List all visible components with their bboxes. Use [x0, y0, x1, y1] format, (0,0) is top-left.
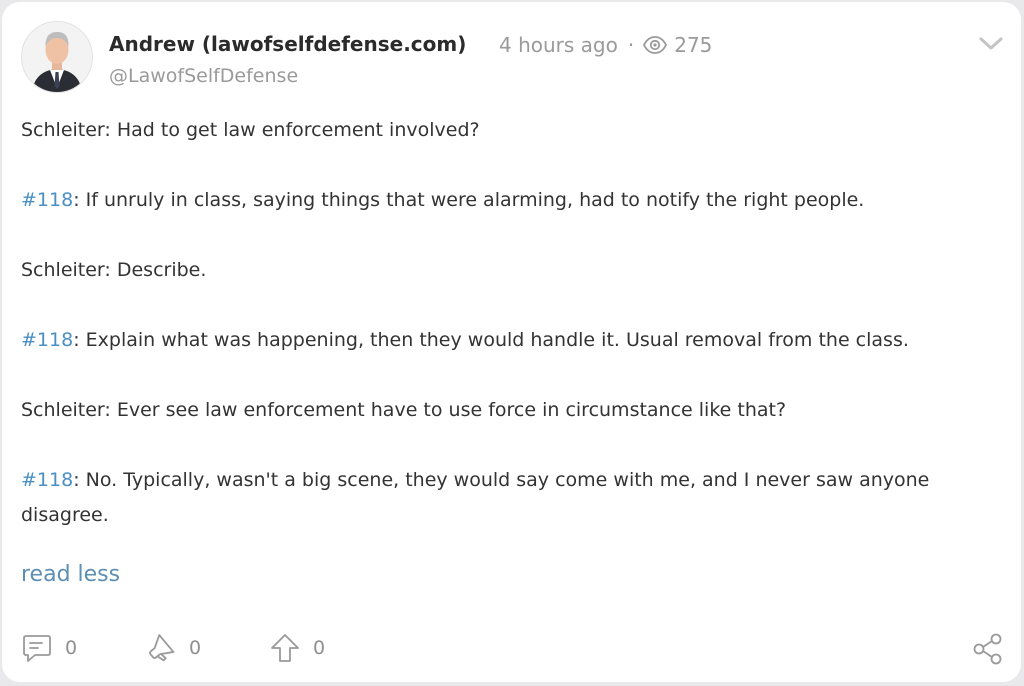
hashtag-link[interactable]: #118 — [21, 469, 73, 491]
post-paragraph: Schleiter: Had to get law enforcement in… — [21, 113, 1006, 148]
paragraph-text: : Explain what was happening, then they … — [73, 329, 909, 351]
paragraph-text: Schleiter: Describe. — [21, 259, 207, 281]
author-name[interactable]: Andrew (lawofselfdefense.com) — [109, 32, 466, 56]
share-button[interactable] — [971, 632, 1005, 670]
view-count: 275 — [674, 33, 713, 57]
post-paragraph: #118: Explain what was happening, then t… — [21, 323, 1006, 358]
avatar[interactable] — [21, 21, 93, 93]
post-paragraph: #118: No. Typically, wasn't a big scene,… — [21, 463, 1006, 533]
upvote-button[interactable]: 0 — [269, 632, 325, 664]
repost-count: 0 — [189, 637, 202, 659]
post-card: Andrew (lawofselfdefense.com) 4 hours ag… — [2, 2, 1021, 682]
chevron-down-icon[interactable] — [978, 32, 1004, 54]
author-handle[interactable]: @LawofSelfDefense — [109, 65, 298, 87]
repost-button[interactable]: 0 — [145, 632, 201, 664]
hashtag-link[interactable]: #118 — [21, 329, 73, 351]
paragraph-text: : No. Typically, wasn't a big scene, the… — [21, 469, 930, 526]
post-body: Schleiter: Had to get law enforcement in… — [21, 113, 1006, 533]
share-icon — [973, 633, 1002, 665]
hashtag-link[interactable]: #118 — [21, 189, 73, 211]
post-paragraph: Schleiter: Ever see law enforcement have… — [21, 393, 1006, 428]
meta-separator: · — [627, 33, 635, 57]
comment-button[interactable]: 0 — [21, 632, 77, 664]
upvote-count: 0 — [313, 637, 326, 659]
paragraph-text: Schleiter: Had to get law enforcement in… — [21, 119, 480, 141]
comment-count: 0 — [65, 637, 78, 659]
paragraph-text: : If unruly in class, saying things that… — [73, 189, 865, 211]
paragraph-text: Schleiter: Ever see law enforcement have… — [21, 399, 787, 421]
read-less-link[interactable]: read less — [21, 562, 120, 587]
eye-icon — [642, 35, 668, 55]
post-paragraph: Schleiter: Describe. — [21, 253, 1006, 288]
megaphone-icon — [149, 634, 175, 662]
upvote-icon — [271, 634, 299, 662]
comment-icon — [23, 635, 51, 662]
post-timestamp[interactable]: 4 hours ago — [499, 33, 618, 57]
post-paragraph: #118: If unruly in class, saying things … — [21, 183, 1006, 218]
post-meta: 4 hours ago · 275 — [499, 33, 712, 57]
